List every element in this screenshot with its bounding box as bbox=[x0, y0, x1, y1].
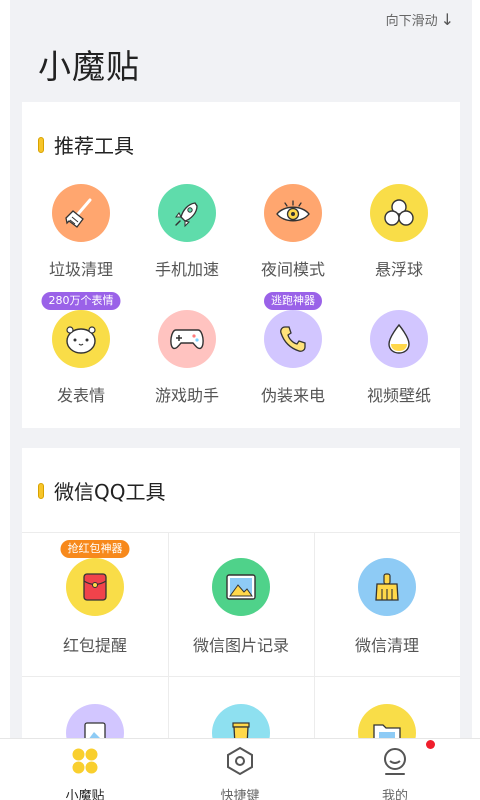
divider bbox=[22, 532, 460, 533]
notification-dot bbox=[426, 740, 435, 749]
red-envelope-icon bbox=[66, 558, 124, 616]
tool-folder[interactable] bbox=[314, 704, 460, 740]
tool-video-wallpaper[interactable]: 视频壁纸 bbox=[346, 310, 452, 406]
gamepad-icon bbox=[158, 310, 216, 368]
phone-icon bbox=[264, 310, 322, 368]
floating-ball-icon bbox=[370, 184, 428, 242]
recommended-tools-card: 推荐工具 垃圾清理 手机加速 夜间模式 悬浮球 280万个表情 发表情 游戏助手… bbox=[22, 102, 460, 428]
tool-label: 手机加速 bbox=[154, 260, 219, 279]
folder-icon bbox=[358, 704, 416, 740]
page-title: 小魔贴 bbox=[38, 47, 140, 86]
broom-icon bbox=[358, 558, 416, 616]
section-title: 推荐工具 bbox=[54, 134, 134, 158]
tool-label: 夜间模式 bbox=[260, 260, 325, 279]
tool-label: 微信图片记录 bbox=[192, 636, 289, 655]
tool-floating-ball[interactable]: 悬浮球 bbox=[346, 184, 452, 280]
droplet-icon bbox=[370, 310, 428, 368]
hexagon-icon bbox=[180, 745, 300, 777]
tool-label: 游戏助手 bbox=[154, 386, 219, 405]
tab-home[interactable]: 小魔贴 bbox=[25, 745, 145, 800]
tool-phone-boost[interactable]: 手机加速 bbox=[134, 184, 240, 280]
stickers-badge: 280万个表情 bbox=[41, 292, 121, 310]
tool-label: 红包提醒 bbox=[62, 636, 127, 655]
red-packet-badge: 抢红包神器 bbox=[60, 540, 130, 558]
scroll-hint: 向下滑动 ↓ bbox=[386, 10, 454, 29]
tab-label: 快捷键 bbox=[220, 789, 260, 800]
broom-icon bbox=[52, 184, 110, 242]
hamster-face-icon bbox=[52, 310, 110, 368]
section-header: 微信QQ工具 bbox=[38, 476, 165, 505]
tool-label: 悬浮球 bbox=[374, 260, 423, 279]
tool-trash[interactable] bbox=[168, 704, 314, 740]
section-marker bbox=[38, 482, 44, 499]
tool-send-stickers[interactable]: 280万个表情 发表情 bbox=[28, 292, 134, 406]
tool-label: 伪装来电 bbox=[260, 386, 325, 405]
tool-label: 发表情 bbox=[56, 386, 105, 405]
tab-label: 我的 bbox=[381, 789, 408, 800]
arrow-down-icon: ↓ bbox=[440, 10, 454, 29]
tab-label: 小魔贴 bbox=[65, 789, 105, 800]
section-title: 微信QQ工具 bbox=[54, 480, 166, 504]
tool-wechat-image-record[interactable]: 微信图片记录 bbox=[168, 558, 314, 656]
trash-can-icon bbox=[212, 704, 270, 740]
tool-night-mode[interactable]: 夜间模式 bbox=[240, 184, 346, 280]
tool-label: 视频壁纸 bbox=[366, 386, 431, 405]
tab-mine[interactable]: 我的 bbox=[335, 745, 455, 800]
eye-icon bbox=[264, 184, 322, 242]
escape-badge: 逃跑神器 bbox=[264, 292, 322, 310]
home-screen: 向下滑动 ↓ 小魔贴 推荐工具 垃圾清理 手机加速 夜间模式 悬浮球 280万个… bbox=[10, 0, 472, 740]
section-header: 推荐工具 bbox=[38, 130, 134, 159]
tab-shortcuts[interactable]: 快捷键 bbox=[180, 745, 300, 800]
bottom-tab-bar: 小魔贴 快捷键 我的 bbox=[0, 738, 480, 800]
tool-game-assistant[interactable]: 游戏助手 bbox=[134, 310, 240, 406]
tool-label: 微信清理 bbox=[354, 636, 419, 655]
wechat-qq-tools-card: 微信QQ工具 抢红包神器 红包提醒 微信图片记录 微信清理 bbox=[22, 448, 460, 740]
tool-junk-clean[interactable]: 垃圾清理 bbox=[28, 184, 134, 280]
tool-red-packet-alert[interactable]: 抢红包神器 红包提醒 bbox=[22, 540, 168, 656]
divider bbox=[22, 676, 460, 677]
tool-wechat-clean[interactable]: 微信清理 bbox=[314, 558, 460, 656]
four-dots-icon bbox=[25, 745, 145, 777]
tool-fake-call[interactable]: 逃跑神器 伪装来电 bbox=[240, 292, 346, 406]
image-tool-icon bbox=[66, 704, 124, 740]
rocket-icon bbox=[158, 184, 216, 242]
scroll-hint-text: 向下滑动 bbox=[385, 14, 438, 29]
smile-user-icon bbox=[335, 745, 455, 777]
section-marker bbox=[38, 136, 44, 153]
tool-label: 垃圾清理 bbox=[48, 260, 113, 279]
picture-icon bbox=[212, 558, 270, 616]
tool-image-tool[interactable] bbox=[22, 704, 168, 740]
